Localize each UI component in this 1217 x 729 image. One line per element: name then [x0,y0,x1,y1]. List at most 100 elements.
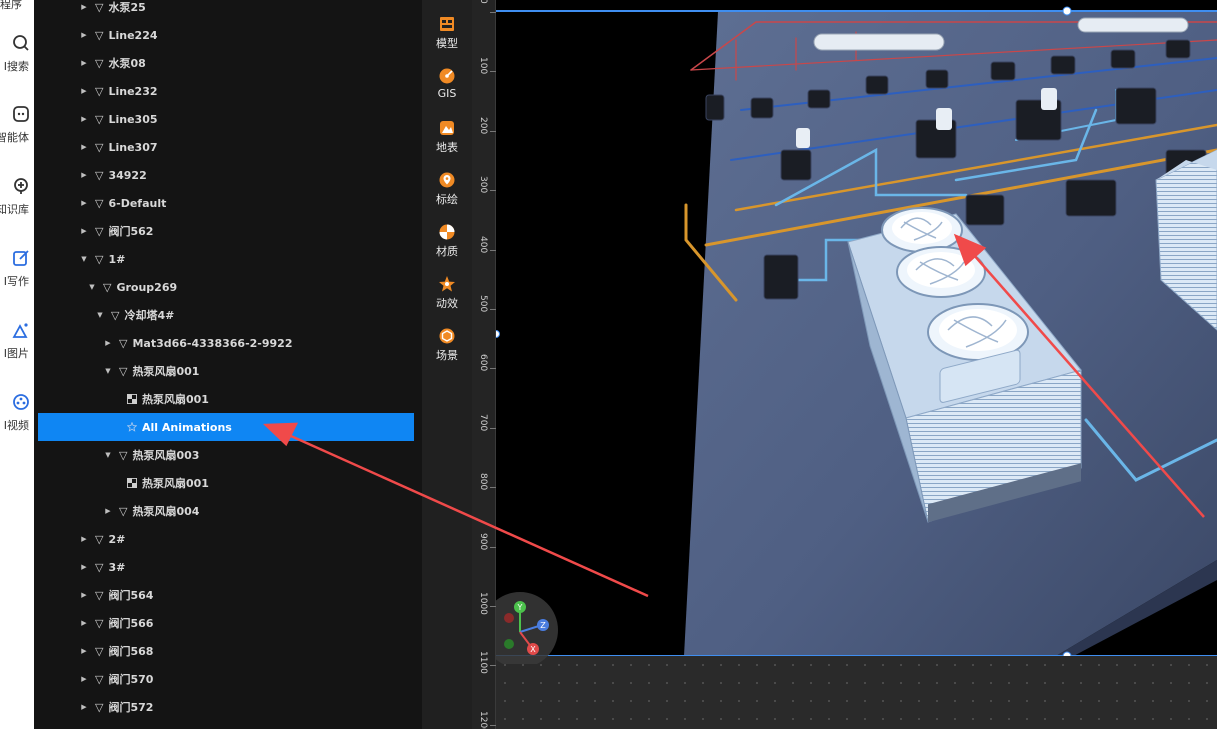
group-node-icon: ▽ [95,532,104,546]
caret-right-icon[interactable]: ▶ [79,591,89,599]
caret-right-icon[interactable]: ▶ [79,227,89,235]
tree-row-label: 热泵风扇004 [132,505,200,518]
tree-row-label: 冷却塔4# [124,309,175,322]
left-rail: 程序 I搜索 智能体 知识库 I写作 I图片 I视频 [0,0,34,729]
caret-down-icon[interactable]: ▼ [103,451,113,459]
caret-right-icon[interactable]: ▶ [79,199,89,207]
caret-right-icon[interactable]: ▶ [79,87,89,95]
caret-right-icon[interactable]: ▶ [79,115,89,123]
tool-label: 材质 [436,245,458,258]
tree-row[interactable]: ▶ ▽ 水泵08 [34,49,422,77]
grid-floor-area [496,656,1217,729]
tree-row[interactable]: ▼ ▽ Group269 [34,273,422,301]
selection-handle [1062,6,1072,16]
caret-right-icon[interactable]: ▶ [79,703,89,711]
caret-down-icon[interactable]: ▼ [79,255,89,263]
group-node-icon: ▽ [95,0,104,14]
tool-label: 标绘 [436,193,458,206]
tree-row[interactable]: ▶ ▽ Line307 [34,133,422,161]
tool-gis[interactable]: GIS [422,67,472,100]
caret-right-icon[interactable]: ▶ [79,647,89,655]
group-node-icon: ▽ [95,28,104,42]
ruler-tick-label: 0 [478,0,488,4]
axis-gizmo[interactable]: Y Z X [496,592,560,664]
tree-row[interactable]: ▶ ▽ 3# [34,553,422,581]
tree-row[interactable]: ▶热泵风扇001 [34,385,422,413]
tree-row[interactable]: ▶ ▽ Line232 [34,77,422,105]
tool-label: 地表 [436,141,458,154]
group-node-icon: ▽ [119,336,128,350]
knowledge-icon [14,178,28,194]
tree-row[interactable]: ▶ ▽ 阀门564 [34,581,422,609]
tree-row[interactable]: ▶ ▽ Mat3d66-4338366-2-9922 [34,329,422,357]
tree-row[interactable]: ▶ ▽ 阀门572 [34,693,422,721]
tool-marker[interactable]: 标绘 [422,171,472,207]
caret-right-icon[interactable]: ▶ [79,171,89,179]
caret-right-icon[interactable]: ▶ [103,507,113,515]
group-node-icon: ▽ [95,224,104,238]
tool-model[interactable]: 模型 [422,15,472,51]
group-node-icon: ▽ [95,588,104,602]
tree-row-label: 阀门568 [108,645,154,658]
rail-item-knowledge[interactable]: 知识库 [0,176,34,217]
rail-item-label: I图片 [3,347,29,360]
tree-row[interactable]: ▶ ▽ 热泵风扇004 [34,497,422,525]
caret-right-icon[interactable]: ▶ [79,3,89,11]
tree-row[interactable]: ▶ ▽ 阀门566 [34,609,422,637]
3d-viewport[interactable]: Y Z X [496,0,1217,729]
ruler-tick-label: 400 [478,235,488,253]
caret-right-icon[interactable]: ▶ [79,563,89,571]
rail-item-video[interactable]: I视频 [0,392,34,433]
caret-down-icon[interactable]: ▼ [87,283,97,291]
tree-row[interactable]: ▼ ▽ 冷却塔4# [34,301,422,329]
svg-text:Y: Y [517,603,523,612]
material-icon [439,224,455,240]
rail-item-search[interactable]: I搜索 [0,33,34,74]
rail-item-label: I写作 [3,275,29,288]
tree-row[interactable]: ▶ ▽ 阀门568 [34,637,422,665]
tree-row-label: Line232 [108,84,158,98]
tree-row[interactable]: ▶ ▽ 阀门570 [34,665,422,693]
tool-label: 模型 [436,37,458,50]
tree-row[interactable]: ▼ ▽ 热泵风扇001 [34,357,422,385]
caret-down-icon[interactable]: ▼ [103,367,113,375]
rail-item-image[interactable]: I图片 [0,320,34,361]
tree-row[interactable]: ▶ ▽ 水泵25 [34,0,422,21]
caret-right-icon[interactable]: ▶ [79,143,89,151]
tree-row-label: 6-Default [108,196,167,210]
tree-row[interactable]: ▶▽阀门574 [34,721,422,729]
caret-right-icon[interactable]: ▶ [79,535,89,543]
rail-item-write[interactable]: I写作 [0,248,34,289]
caret-right-icon[interactable]: ▶ [79,619,89,627]
tool-material[interactable]: 材质 [422,223,472,259]
tree-row[interactable]: ▶ ▽ 34922 [34,161,422,189]
ruler-tick-label: 100 [478,57,488,75]
group-node-icon: ▽ [95,672,104,686]
rail-item-label: 知识库 [0,203,29,216]
caret-right-icon[interactable]: ▶ [79,31,89,39]
caret-right-icon[interactable]: ▶ [79,59,89,67]
tree-row[interactable]: ▶ ▽ 2# [34,525,422,553]
scene-render [496,6,1217,661]
tree-row[interactable]: ▶ ▽ Line224 [34,21,422,49]
tool-terrain[interactable]: 地表 [422,119,472,155]
tree-row[interactable]: ▶ ▽ 阀门562 [34,217,422,245]
tree-row[interactable]: ▼ ▽ 热泵风扇003 [34,441,422,469]
tree-row[interactable]: ▶ ▽ 6-Default [34,189,422,217]
tree-row-label: Line224 [108,28,158,42]
caret-right-icon[interactable]: ▶ [103,339,113,347]
tree-row-selected[interactable]: ▶All Animations [38,413,414,441]
tree-row[interactable]: ▶ ▽ Line305 [34,105,422,133]
image-icon [12,323,28,338]
caret-down-icon[interactable]: ▼ [95,311,105,319]
tool-effect[interactable]: 动效 [422,275,472,311]
terrain-icon [440,121,454,135]
tool-label: GIS [437,87,457,100]
tool-scene[interactable]: 场景 [422,327,472,363]
rail-item-agent[interactable]: 智能体 [0,104,34,145]
caret-right-icon[interactable]: ▶ [79,675,89,683]
tree-row-label: 阀门564 [108,589,154,602]
group-node-icon: ▽ [119,504,128,518]
tree-row[interactable]: ▶热泵风扇001 [34,469,422,497]
tree-row[interactable]: ▼ ▽ 1# [34,245,422,273]
